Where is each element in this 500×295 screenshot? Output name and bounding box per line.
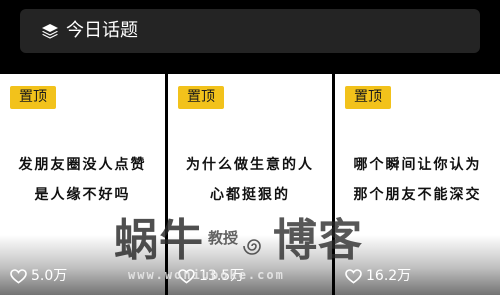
heart-icon xyxy=(345,268,362,284)
topic-header[interactable]: 今日话题 xyxy=(20,9,480,53)
heart-icon xyxy=(178,268,195,284)
topic-text: 哪个瞬间让你认为 那个朋友不能深交 xyxy=(343,150,492,210)
like-stat[interactable]: 5.0万 xyxy=(10,268,67,284)
card-shade xyxy=(168,235,332,295)
like-stat[interactable]: 16.2万 xyxy=(345,268,411,284)
topic-card[interactable]: 置顶 为什么做生意的人 心都挺狠的 13.5万 xyxy=(168,74,332,295)
card-shade xyxy=(335,235,500,295)
like-stat[interactable]: 13.5万 xyxy=(178,268,244,284)
topic-card-list: 置顶 发朋友圈没人点赞 是人缘不好吗 5.0万 置顶 为什么做生意的人 心都挺狠… xyxy=(0,74,500,295)
header-title: 今日话题 xyxy=(66,20,138,41)
like-count: 5.0万 xyxy=(31,268,68,284)
topic-line: 那个朋友不能深交 xyxy=(353,187,482,203)
pinned-badge: 置顶 xyxy=(178,86,224,109)
topic-card[interactable]: 置顶 哪个瞬间让你认为 那个朋友不能深交 16.2万 xyxy=(335,74,500,295)
topic-text: 为什么做生意的人 心都挺狠的 xyxy=(176,150,324,210)
like-count: 16.2万 xyxy=(366,268,412,284)
topic-line: 是人缘不好吗 xyxy=(34,187,131,203)
pinned-badge: 置顶 xyxy=(10,86,56,109)
like-count: 13.5万 xyxy=(199,268,245,284)
topic-line: 发朋友圈没人点赞 xyxy=(18,157,147,173)
topics-page: 今日话题 置顶 发朋友圈没人点赞 是人缘不好吗 5.0万 置顶 为什么做生意的人… xyxy=(0,0,500,295)
topic-card[interactable]: 置顶 发朋友圈没人点赞 是人缘不好吗 5.0万 xyxy=(0,74,165,295)
pinned-badge: 置顶 xyxy=(345,86,391,109)
topic-text: 发朋友圈没人点赞 是人缘不好吗 xyxy=(8,150,157,210)
heart-icon xyxy=(10,268,27,284)
topic-line: 心都挺狠的 xyxy=(210,187,290,203)
topic-line: 哪个瞬间让你认为 xyxy=(353,157,482,173)
topic-line: 为什么做生意的人 xyxy=(186,157,314,173)
card-shade xyxy=(0,235,165,295)
layers-icon xyxy=(42,24,58,39)
